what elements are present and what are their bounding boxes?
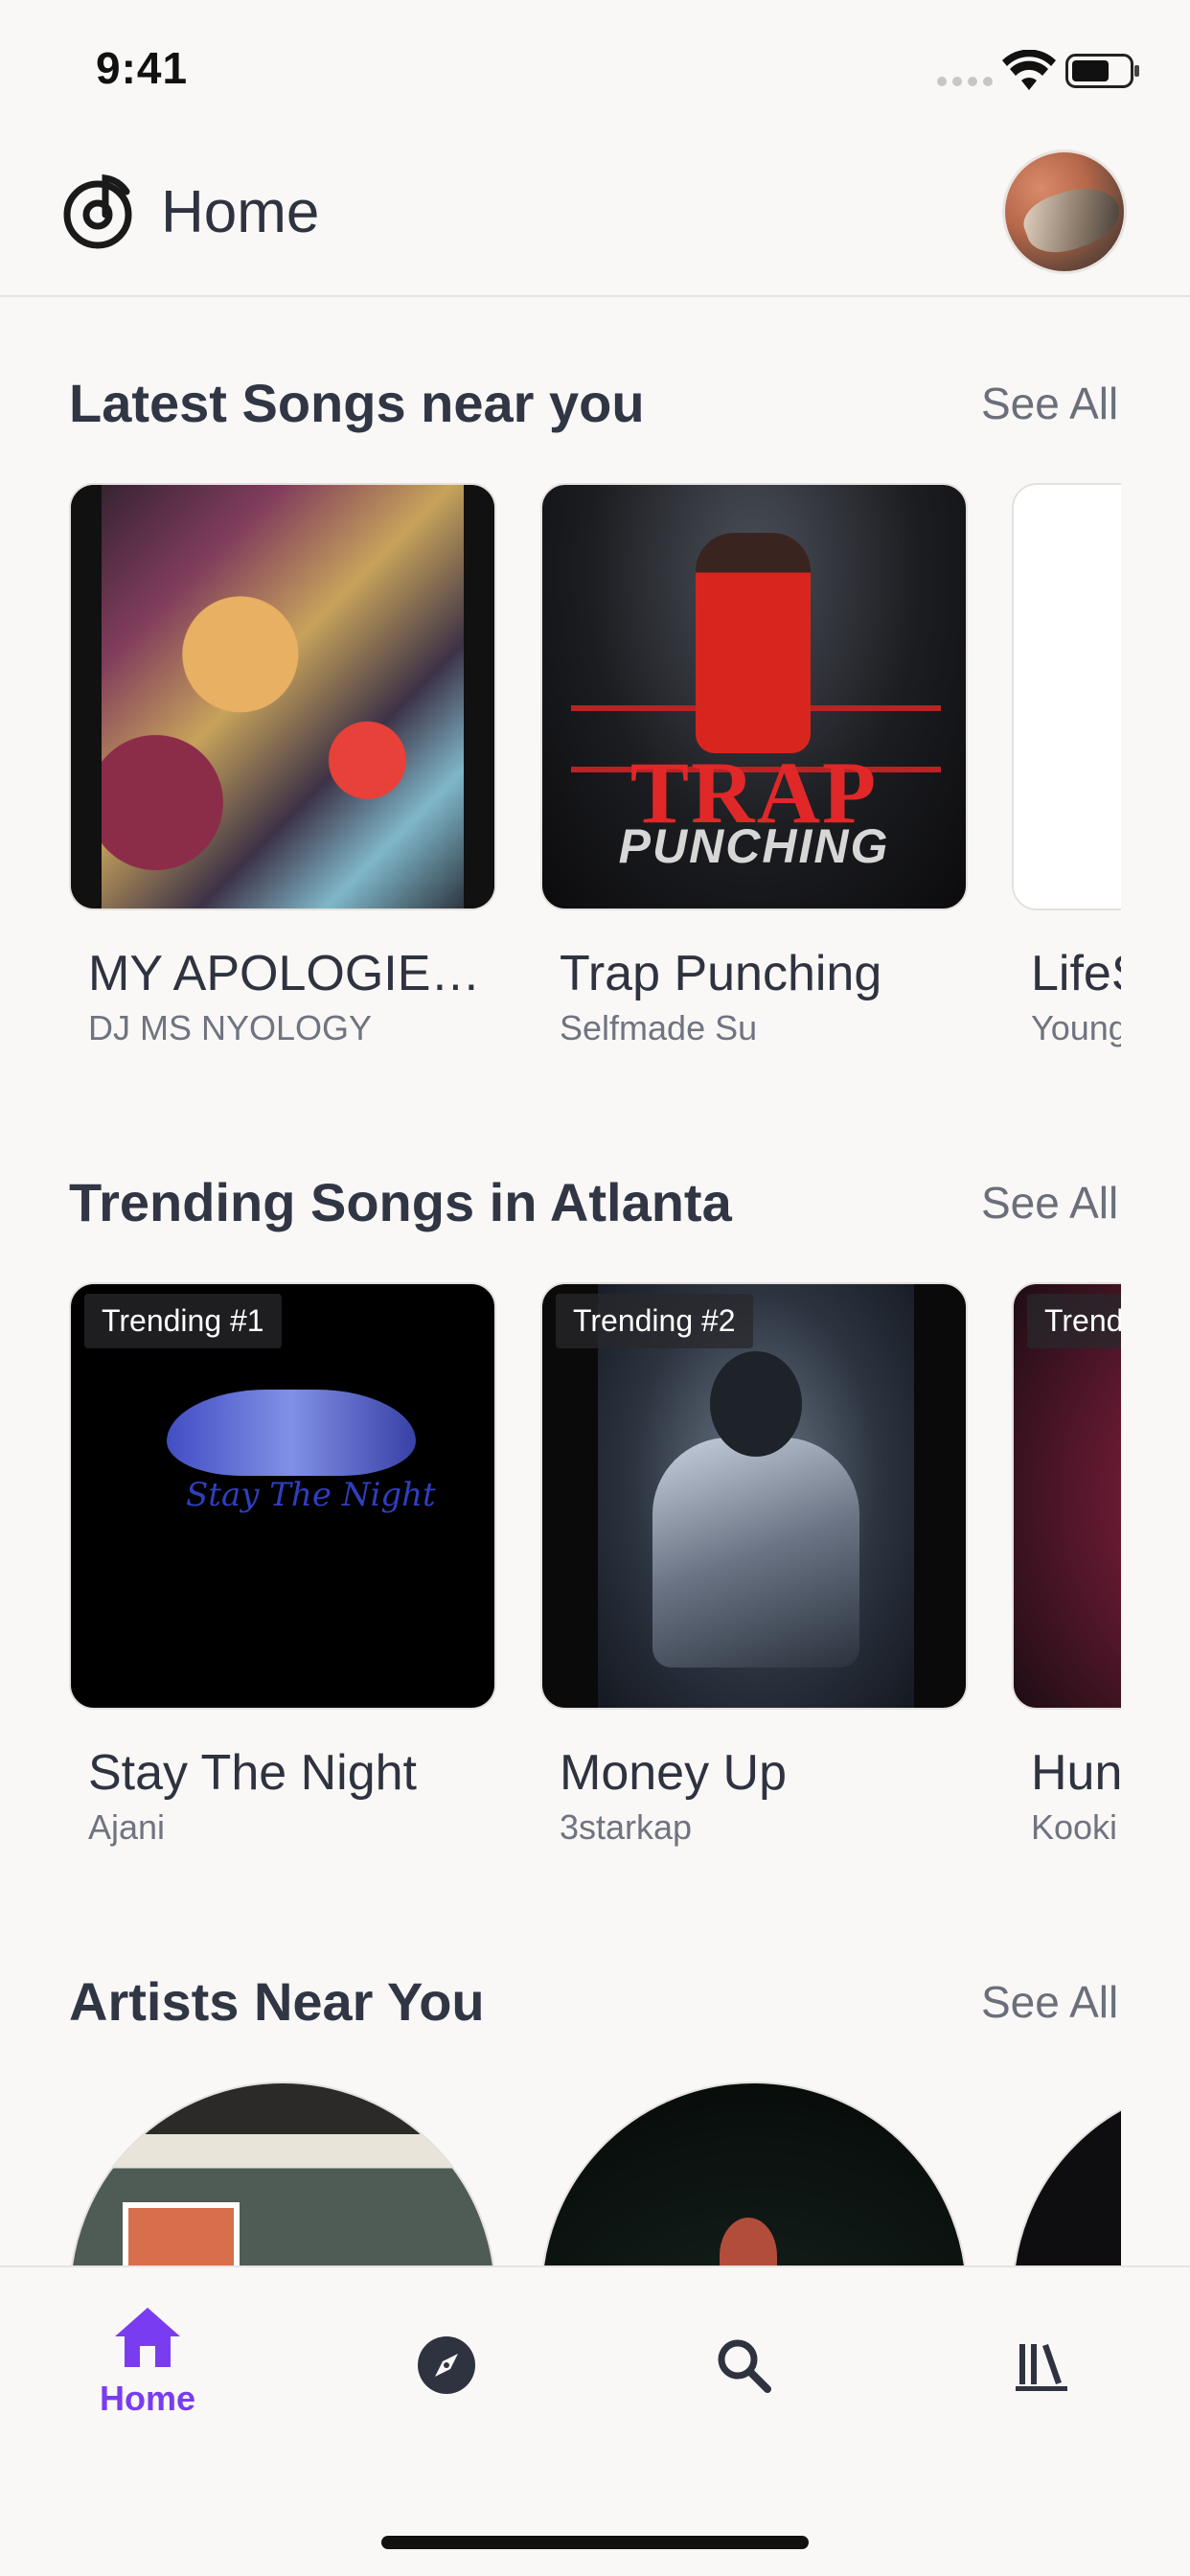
section-title: Latest Songs near you [69, 373, 645, 433]
nav-library[interactable] [956, 2306, 1129, 2394]
battery-icon [1065, 54, 1139, 88]
section-title: Artists Near You [69, 1971, 485, 2032]
search-icon [718, 2339, 771, 2393]
wifi-icon [1002, 50, 1056, 90]
app-header: Home [0, 144, 1190, 297]
song-title: Hun [1031, 1745, 1121, 1801]
see-all-link[interactable]: See All [981, 378, 1118, 429]
see-all-link[interactable]: See All [981, 1177, 1118, 1229]
trending-songs-section: Trending Songs in Atlanta See All Stay T… [0, 1171, 1190, 1890]
artist-avatar[interactable] [540, 2082, 968, 2266]
song-title: Stay The Night [88, 1745, 418, 1801]
album-cover [1012, 483, 1121, 910]
album-cover: Stay The Night Trending #1 [69, 1282, 496, 1710]
bottom-nav: Home [0, 2266, 1190, 2576]
compass-icon [418, 2336, 475, 2394]
section-title: Trending Songs in Atlanta [69, 1172, 732, 1232]
library-icon [1016, 2344, 1067, 2391]
song-artist: Ajani [88, 1807, 166, 1847]
status-time: 9:41 [96, 43, 189, 93]
artists-near-you-section: Artists Near You See All [0, 1970, 1190, 2266]
app-logo-icon[interactable] [63, 171, 138, 249]
home-indicator [381, 2536, 809, 2549]
see-all-link[interactable]: See All [981, 1976, 1118, 2028]
trending-badge: Trending #1 [84, 1294, 282, 1348]
home-icon [115, 2308, 180, 2367]
page-title: Home [161, 179, 320, 245]
album-cover: Trending #2 [540, 1282, 968, 1710]
album-cover: TRAP PUNCHING [540, 483, 968, 910]
album-cover: Trendi [1012, 1282, 1121, 1710]
song-artist: Selfmade Su [560, 1008, 758, 1047]
nav-home[interactable]: Home [61, 2306, 234, 2419]
song-title: MY APOLOGIES... [88, 946, 500, 1001]
song-artist: DJ MS NYOLOGY [88, 1008, 373, 1047]
cover-art-subtitle: PUNCHING [618, 819, 890, 873]
nav-home-label: Home [99, 2379, 196, 2418]
song-title: LifeS [1031, 946, 1121, 1001]
latest-songs-section: Latest Songs near you See All MY APOLOGI… [0, 372, 1190, 1091]
song-artist: Young [1031, 1008, 1121, 1047]
trending-badge: Trending #2 [556, 1294, 753, 1348]
artist-avatar[interactable] [1012, 2082, 1121, 2266]
profile-avatar[interactable] [1002, 150, 1127, 274]
song-row: MY APOLOGIES... DJ MS NYOLOGY TRAP PUNCH… [69, 483, 1121, 1077]
nav-explore[interactable] [360, 2306, 533, 2396]
artist-row [69, 2082, 1121, 2266]
trending-badge: Trendi [1027, 1294, 1121, 1348]
album-cover [69, 483, 496, 910]
nav-search[interactable] [657, 2306, 830, 2394]
artist-avatar[interactable] [69, 2082, 496, 2266]
song-row: Stay The Night Trending #1 Stay The Nigh… [69, 1282, 1121, 1876]
status-bar: 9:41 [0, 0, 1190, 144]
cellular-signal-icon [937, 77, 993, 86]
song-title: Trap Punching [560, 946, 882, 1001]
song-artist: 3starkap [560, 1807, 693, 1847]
song-artist: Kooki [1031, 1807, 1118, 1847]
cover-art-title: Stay The Night [186, 1476, 436, 1514]
song-title: Money Up [560, 1745, 787, 1801]
